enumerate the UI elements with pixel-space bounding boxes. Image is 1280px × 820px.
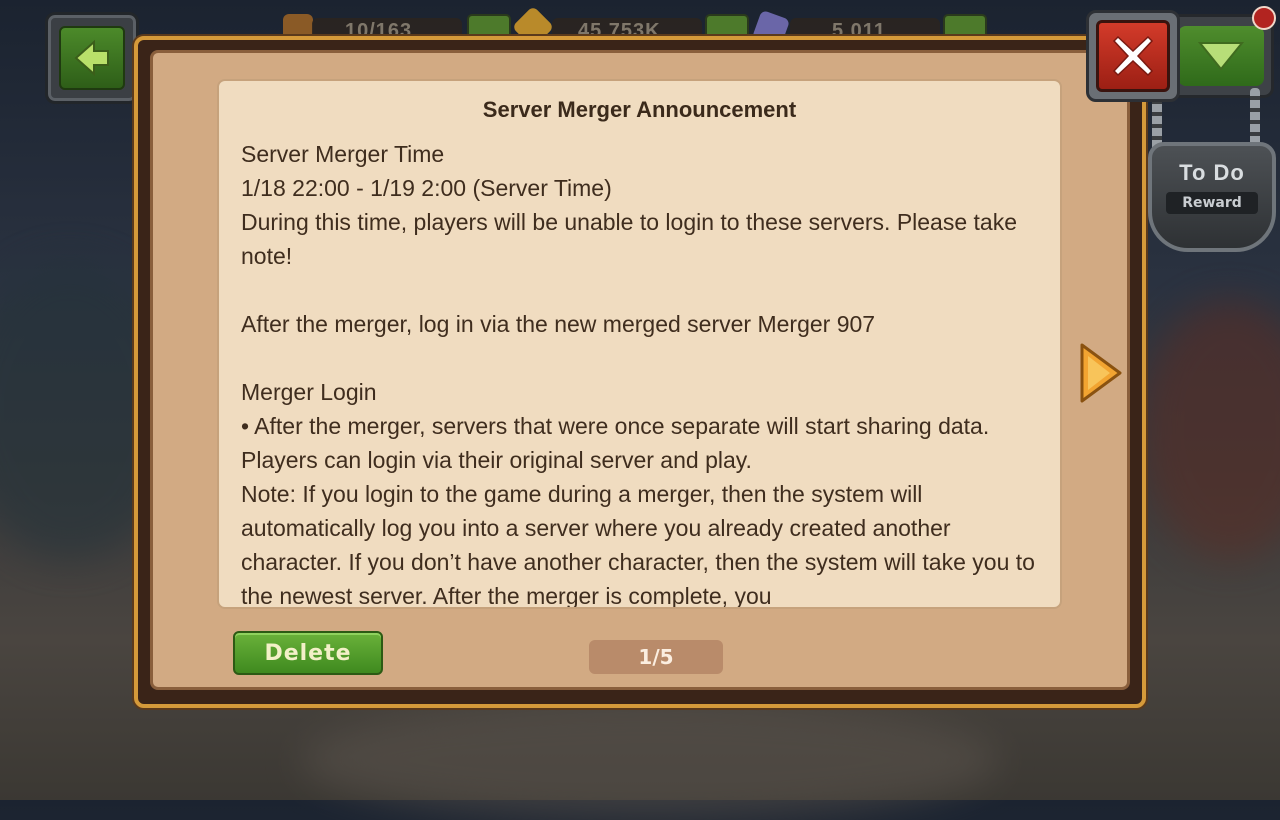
todo-reward-button[interactable]: To Do Reward: [1148, 142, 1276, 252]
delete-button[interactable]: Delete: [233, 631, 383, 675]
close-button-face: [1096, 20, 1170, 92]
close-icon: [1112, 35, 1154, 77]
chain-decoration: [1250, 88, 1260, 148]
announcement-paper[interactable]: Server Merger Announcement Server Merger…: [217, 79, 1062, 609]
announcement-line: Merger Login: [241, 379, 377, 405]
todo-reward-label: Reward: [1166, 192, 1258, 214]
next-page-arrow-icon[interactable]: [1078, 342, 1124, 404]
announcement-title: Server Merger Announcement: [482, 97, 797, 122]
announcement-line: Server Merger Time: [241, 141, 445, 167]
page-indicator: 1/5: [589, 640, 723, 674]
background-shape: [300, 700, 1000, 820]
announcement-line: 1/18 22:00 - 1/19 2:00 (Server Time): [241, 175, 612, 201]
announcement-dialog: Server Merger Announcement Server Merger…: [134, 36, 1146, 708]
back-button[interactable]: [45, 12, 139, 104]
menu-dropdown-face: [1178, 26, 1264, 86]
background-shape: [1140, 300, 1280, 560]
close-button[interactable]: [1086, 10, 1180, 102]
notification-dot: [1252, 6, 1276, 30]
todo-title: To Do: [1179, 160, 1245, 185]
back-button-face: [59, 26, 125, 90]
arrow-left-icon: [74, 39, 109, 77]
dialog-frame: Server Merger Announcement Server Merger…: [150, 50, 1130, 690]
chevron-down-icon: [1197, 42, 1245, 71]
announcement-line: Note: If you login to the game during a …: [241, 481, 1035, 609]
announcement-line: After the merger, log in via the new mer…: [241, 311, 876, 337]
announcement-body: Server Merger Time 1/18 22:00 - 1/19 2:0…: [219, 123, 1060, 609]
announcement-line: • After the merger, servers that were on…: [241, 413, 990, 473]
announcement-line: During this time, players will be unable…: [241, 209, 1018, 269]
